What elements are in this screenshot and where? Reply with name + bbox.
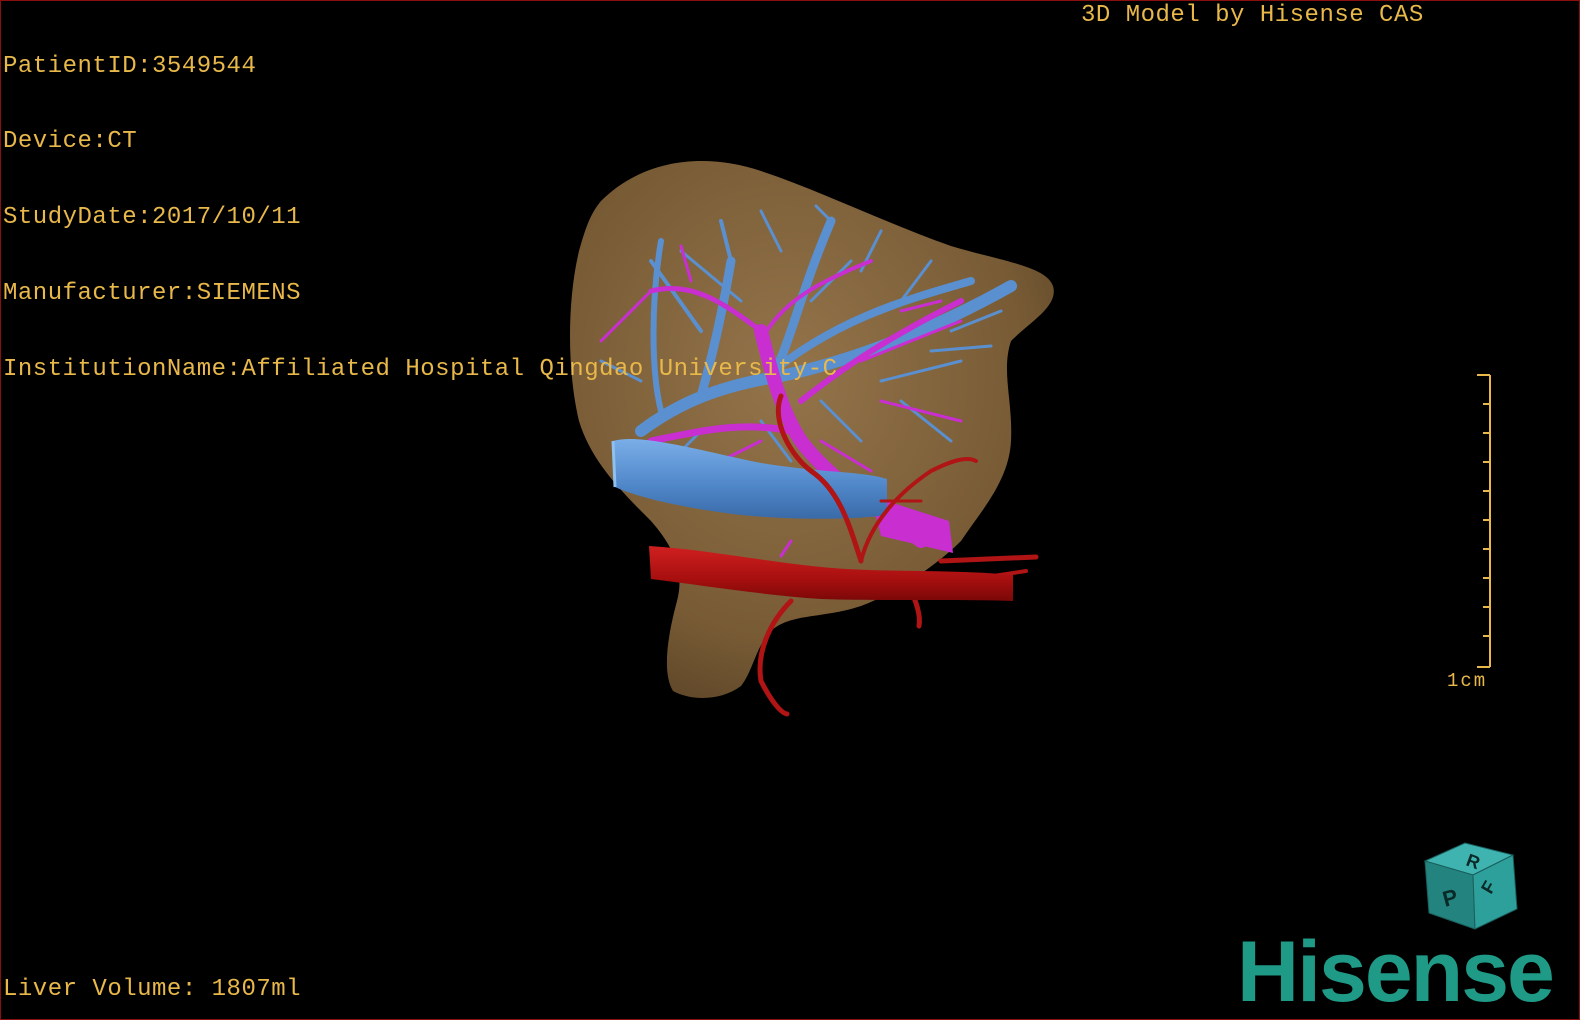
patient-info-block: PatientID:3549544 Device:CT StudyDate:20… [3,3,838,433]
liver-volume-text: Liver Volume: 1807ml [3,976,302,1003]
institution-name-text: InstitutionName:Affiliated Hospital Qing… [3,356,838,384]
model-title: 3D Model by Hisense CAS [1081,2,1424,29]
orientation-cube[interactable]: R P F [1421,837,1525,933]
scale-label: 1cm [1447,670,1488,692]
hisense-logo: Hisense [1237,924,1555,1020]
study-date-text: StudyDate:2017/10/11 [3,204,302,232]
scale-bar [1477,374,1491,668]
patient-id-text: PatientID:3549544 [3,52,257,80]
manufacturer-text: Manufacturer:SIEMENS [3,280,302,308]
3d-viewport[interactable]: PatientID:3549544 Device:CT StudyDate:20… [0,0,1580,1020]
device-text: Device:CT [3,128,138,156]
